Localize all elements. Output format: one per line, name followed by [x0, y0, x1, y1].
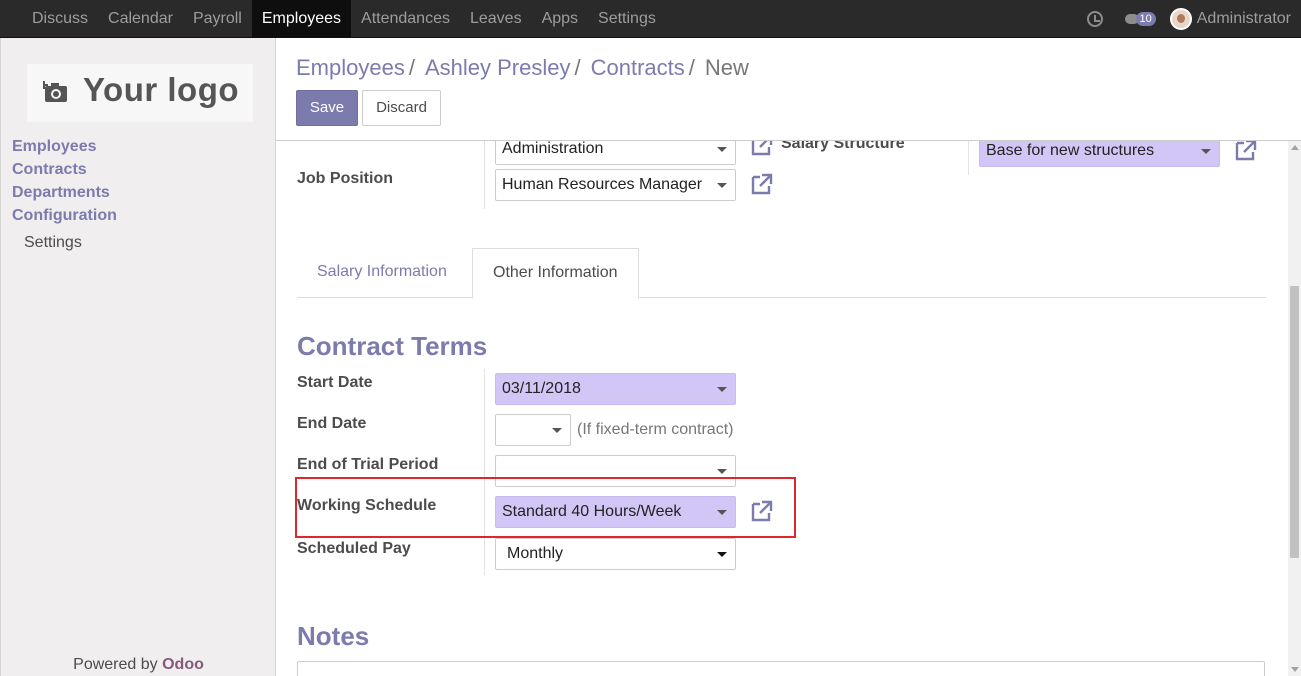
menu-calendar[interactable]: Calendar: [98, 0, 183, 38]
menu-apps[interactable]: Apps: [532, 0, 588, 38]
tab-salary-information[interactable]: Salary Information: [297, 248, 467, 298]
breadcrumb-employee[interactable]: Ashley Presley: [425, 55, 571, 81]
message-count-badge: 10: [1135, 12, 1156, 26]
avatar[interactable]: [1169, 8, 1192, 30]
notebook-tabs: Salary Information Other Information: [297, 248, 1266, 299]
scheduled-pay-select[interactable]: Monthly: [495, 538, 736, 570]
sidebar-item-configuration[interactable]: Configuration: [12, 204, 117, 227]
contract-terms-title: Contract Terms: [297, 331, 488, 361]
sidebar-item-employees[interactable]: Employees: [12, 135, 117, 158]
notes-title: Notes: [297, 621, 370, 651]
systray: 10 Administrator: [1086, 0, 1291, 38]
breadcrumb-separator: /: [688, 55, 695, 80]
divider: [484, 369, 485, 575]
salary-structure-field[interactable]: Base for new structures: [979, 141, 1220, 167]
end-date-label: End Date: [297, 415, 367, 432]
sidebar-item-departments[interactable]: Departments: [12, 181, 117, 204]
powered-by-text: Powered by: [73, 656, 158, 673]
menu-employees[interactable]: Employees: [251, 0, 352, 38]
scroll-up-icon[interactable]: [1291, 145, 1299, 150]
chevron-down-icon: [717, 387, 727, 392]
contract-form: Administration Salary Structure Base for…: [276, 141, 1288, 676]
breadcrumb-current: New: [704, 55, 749, 80]
external-link-icon[interactable]: [1233, 141, 1259, 163]
highlight-box: [295, 477, 796, 538]
odoo-link[interactable]: Odoo: [162, 656, 204, 673]
divider: [484, 141, 485, 209]
start-date-value: 03/11/2018: [502, 380, 581, 397]
chevron-down-icon: [717, 552, 727, 557]
external-link-icon[interactable]: [749, 171, 775, 197]
menu-attendances[interactable]: Attendances: [351, 0, 460, 38]
breadcrumb-contracts[interactable]: Contracts: [591, 55, 685, 81]
sidebar-item-settings[interactable]: Settings: [24, 234, 117, 252]
sidebar-item-contracts[interactable]: Contracts: [12, 158, 117, 181]
menu-leaves[interactable]: Leaves: [460, 0, 532, 38]
start-date-label: Start Date: [297, 374, 373, 391]
chevron-down-icon: [717, 469, 727, 474]
scheduled-pay-label: Scheduled Pay: [297, 540, 411, 557]
top-navbar: Discuss Calendar Payroll Employees Atten…: [0, 0, 1301, 38]
logo-text: Your logo: [83, 71, 240, 108]
save-button[interactable]: Save: [296, 90, 358, 126]
sidebar: Your logo Employees Contracts Department…: [0, 38, 276, 676]
job-position-field[interactable]: Human Resources Manager: [495, 169, 736, 201]
breadcrumb: Employees / Ashley Presley / Contracts /…: [296, 55, 749, 81]
trial-end-label: End of Trial Period: [297, 456, 439, 473]
powered-by: Powered by Odoo: [1, 656, 276, 674]
end-date-field[interactable]: [495, 414, 571, 446]
menu-settings[interactable]: Settings: [588, 0, 666, 38]
chevron-down-icon: [552, 428, 562, 433]
camera-icon: [43, 81, 67, 102]
discard-button[interactable]: Discard: [362, 90, 441, 126]
menu-discuss[interactable]: Discuss: [22, 0, 98, 38]
scrollbar[interactable]: [1288, 141, 1301, 676]
breadcrumb-separator: /: [408, 55, 415, 80]
external-link-icon[interactable]: [749, 141, 775, 158]
user-menu[interactable]: Administrator: [1197, 10, 1291, 28]
chevron-down-icon: [717, 183, 727, 188]
company-logo[interactable]: Your logo: [27, 64, 253, 122]
side-menu: Employees Contracts Departments Configur…: [12, 135, 117, 252]
control-panel: Employees / Ashley Presley / Contracts /…: [276, 38, 1301, 141]
department-field[interactable]: Administration: [495, 141, 736, 165]
tab-other-information[interactable]: Other Information: [472, 248, 639, 299]
messaging-menu[interactable]: 10: [1124, 12, 1156, 26]
scheduled-pay-value: Monthly: [507, 545, 564, 562]
scrollbar-thumb[interactable]: [1290, 286, 1299, 558]
breadcrumb-employees[interactable]: Employees: [296, 55, 405, 81]
job-position-label: Job Position: [297, 170, 393, 187]
chevron-down-icon: [1201, 149, 1211, 154]
breadcrumb-separator: /: [574, 55, 581, 80]
job-position-value: Human Resources Manager: [502, 176, 703, 193]
divider: [968, 141, 969, 175]
end-date-hint: (If fixed-term contract): [577, 421, 734, 438]
notes-field[interactable]: [297, 661, 1265, 676]
department-value: Administration: [502, 141, 604, 157]
salary-structure-value: Base for new structures: [986, 142, 1155, 159]
salary-structure-label: Salary Structure: [781, 141, 905, 152]
chevron-down-icon: [717, 147, 727, 152]
start-date-field[interactable]: 03/11/2018: [495, 373, 736, 405]
menu-payroll[interactable]: Payroll: [183, 0, 252, 38]
clock-icon[interactable]: [1086, 11, 1103, 27]
scroll-down-icon[interactable]: [1291, 667, 1299, 672]
app-menu: Discuss Calendar Payroll Employees Atten…: [22, 0, 666, 38]
